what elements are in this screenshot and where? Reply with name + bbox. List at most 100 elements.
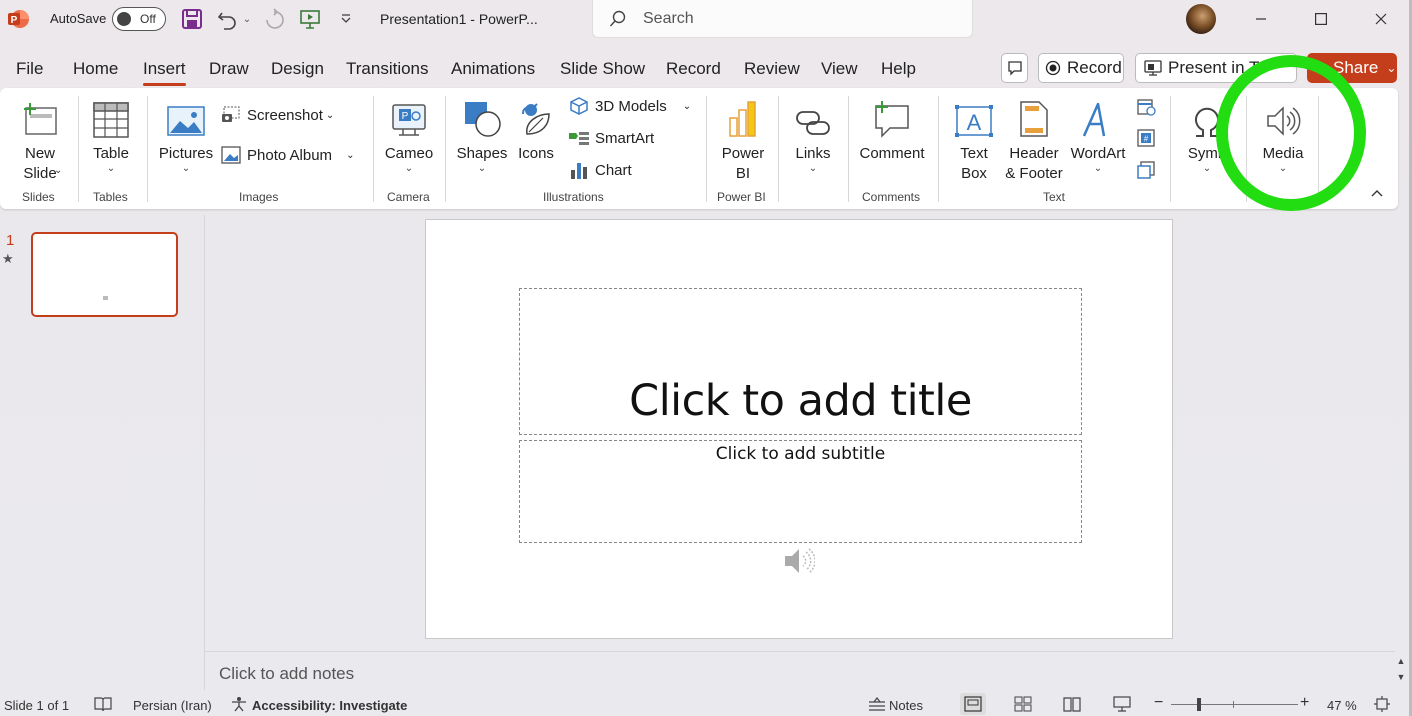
slide-thumbnail[interactable]: [31, 232, 178, 317]
zoom-out-icon[interactable]: −: [1154, 694, 1163, 712]
photo-album-icon: [220, 144, 242, 166]
audio-speaker-icon[interactable]: [783, 546, 815, 576]
group-label-tables: Tables: [93, 190, 128, 204]
scroll-up-icon[interactable]: ▲: [1394, 656, 1408, 666]
minimize-icon[interactable]: [1236, 4, 1286, 34]
media-label: Media: [1262, 145, 1304, 162]
zoom-slider[interactable]: [1171, 698, 1298, 711]
3d-models-button[interactable]: 3D Models ⌄: [568, 95, 691, 117]
share-button[interactable]: Share ⌄: [1307, 53, 1397, 83]
notes-pane[interactable]: Click to add notes: [205, 651, 1395, 691]
pictures-label: Pictures: [158, 145, 214, 162]
notes-placeholder: Click to add notes: [219, 664, 355, 683]
icons-button[interactable]: Icons: [514, 94, 558, 164]
photo-album-button[interactable]: Photo Album ⌄: [220, 144, 354, 166]
object-icon[interactable]: [1136, 160, 1156, 180]
tab-home[interactable]: Home: [73, 59, 118, 79]
chart-button[interactable]: Chart: [568, 159, 632, 181]
present-in-teams-button[interactable]: Present in T: [1135, 53, 1297, 83]
normal-view-icon[interactable]: [960, 693, 986, 715]
shapes-button[interactable]: Shapes ⌄: [456, 94, 508, 174]
save-icon[interactable]: [180, 7, 204, 31]
slide-sorter-icon[interactable]: [1014, 696, 1032, 712]
accessibility-icon[interactable]: [230, 696, 248, 712]
undo-dropdown-icon[interactable]: ⌄: [240, 7, 254, 31]
slide-canvas[interactable]: Click to add title Click to add subtitle: [425, 219, 1173, 639]
tab-review[interactable]: Review: [744, 59, 800, 79]
tab-design[interactable]: Design: [271, 59, 324, 79]
vertical-scrollbar[interactable]: ▲ ▼: [1394, 656, 1408, 690]
tab-insert[interactable]: Insert: [143, 59, 186, 86]
smartart-button[interactable]: SmartArt: [568, 127, 654, 149]
notes-icon[interactable]: [868, 696, 886, 712]
tab-slide-show[interactable]: Slide Show: [560, 59, 645, 79]
slideshow-view-icon[interactable]: [1113, 696, 1131, 712]
new-slide-button[interactable]: New Slide ⌄: [12, 94, 68, 184]
chevron-down-icon: ⌄: [181, 163, 191, 174]
zoom-level[interactable]: 47 %: [1327, 698, 1357, 713]
symbols-button[interactable]: Symb ⌄: [1178, 94, 1236, 174]
share-label: Share: [1333, 58, 1379, 77]
comments-button[interactable]: [1001, 53, 1028, 83]
search-box[interactable]: [592, 0, 973, 38]
accessibility-status[interactable]: Accessibility: Investigate: [252, 698, 407, 713]
tab-animations[interactable]: Animations: [451, 59, 535, 79]
spelling-book-icon[interactable]: [94, 696, 112, 712]
screenshot-button[interactable]: Screenshot ⌄: [220, 104, 334, 126]
photo-album-label: Photo Album: [247, 146, 333, 164]
links-label: Links: [795, 145, 831, 162]
date-time-icon[interactable]: [1136, 96, 1156, 116]
autosave-toggle[interactable]: Off: [112, 7, 166, 31]
svg-text:P: P: [11, 15, 18, 26]
divider: [1318, 96, 1319, 202]
tab-draw[interactable]: Draw: [209, 59, 249, 79]
wordart-button[interactable]: WordArt ⌄: [1068, 94, 1128, 174]
header-footer-icon: [1019, 94, 1049, 138]
collapse-ribbon-icon[interactable]: [1370, 188, 1384, 198]
screenshot-icon: [220, 104, 242, 126]
media-button[interactable]: Media ⌄: [1256, 94, 1310, 174]
cameo-button[interactable]: P Cameo ⌄: [383, 94, 435, 174]
language-status[interactable]: Persian (Iran): [133, 698, 212, 713]
comment-button[interactable]: Comment: [858, 94, 926, 164]
slide-count: Slide 1 of 1: [4, 698, 70, 713]
reading-view-icon[interactable]: [1063, 696, 1081, 712]
subtitle-placeholder[interactable]: Click to add subtitle: [519, 440, 1082, 543]
avatar[interactable]: [1186, 4, 1216, 34]
close-icon[interactable]: [1356, 4, 1406, 34]
zoom-slider-thumb[interactable]: [1197, 698, 1201, 711]
text-box-button[interactable]: A Text Box: [950, 94, 998, 184]
divider: [848, 96, 849, 202]
search-input[interactable]: [643, 8, 943, 30]
undo-icon[interactable]: [215, 7, 239, 31]
3d-models-label: 3D Models: [595, 97, 667, 115]
slide-number-icon[interactable]: #: [1136, 128, 1156, 148]
title-placeholder[interactable]: Click to add title: [519, 288, 1082, 435]
pictures-button[interactable]: Pictures ⌄: [158, 94, 214, 174]
tab-file[interactable]: File: [16, 59, 43, 79]
tab-help[interactable]: Help: [881, 59, 916, 79]
scroll-down-icon[interactable]: ▼: [1394, 672, 1408, 682]
tab-view[interactable]: View: [821, 59, 858, 79]
table-icon: [93, 94, 129, 138]
table-button[interactable]: Table ⌄: [88, 94, 134, 174]
power-bi-icon: [728, 94, 758, 138]
links-button[interactable]: Links ⌄: [789, 94, 837, 174]
fit-to-window-icon[interactable]: [1373, 696, 1391, 712]
customize-toolbar-icon[interactable]: [334, 7, 358, 31]
tab-record[interactable]: Record: [666, 59, 721, 79]
header-footer-button[interactable]: Header & Footer: [1003, 94, 1065, 184]
redo-icon[interactable]: [262, 7, 286, 31]
notes-toggle[interactable]: Notes: [889, 698, 923, 713]
new-slide-icon: [20, 94, 60, 138]
maximize-icon[interactable]: [1296, 4, 1346, 34]
thumbnail-audio-icon: [103, 296, 108, 300]
zoom-in-icon[interactable]: +: [1300, 694, 1309, 712]
divider: [938, 96, 939, 202]
tab-transitions[interactable]: Transitions: [346, 59, 429, 79]
record-button[interactable]: Record: [1038, 53, 1124, 83]
record-label: Record: [1067, 58, 1122, 77]
power-bi-button[interactable]: Power BI: [718, 94, 768, 184]
chevron-down-icon: ⌄: [682, 100, 692, 112]
present-from-start-icon[interactable]: [298, 7, 322, 31]
